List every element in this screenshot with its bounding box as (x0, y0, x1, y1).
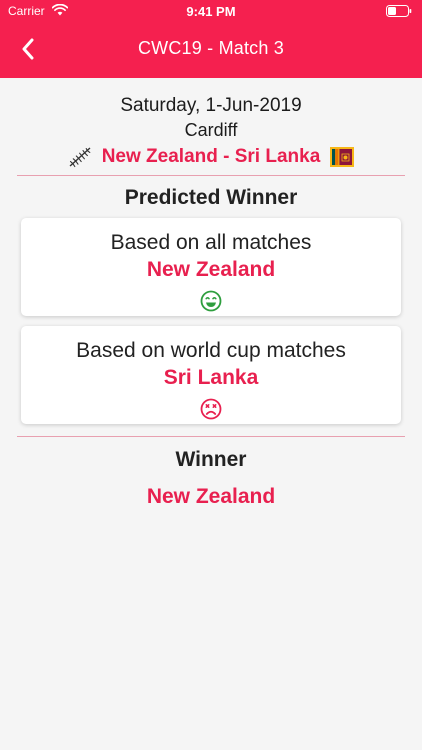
prediction-basis-label: Based on all matches (110, 231, 312, 254)
teams-row: New Zealand - Sri Lanka (0, 144, 422, 170)
match-info: Saturday, 1-Jun-2019 Cardiff New Zealand… (0, 94, 422, 170)
predicted-winner-name: New Zealand (146, 258, 276, 281)
nav-bar: CWC19 - Match 3 (0, 22, 422, 78)
prediction-card-world-cup: Based on world cup matches Sri Lanka (21, 326, 401, 424)
chevron-left-icon (22, 38, 34, 60)
teams-label: New Zealand - Sri Lanka (101, 146, 321, 167)
sad-face-icon (200, 398, 222, 420)
happy-face-icon (200, 290, 222, 312)
prediction-basis-label: Based on world cup matches (76, 339, 346, 362)
silver-fern-icon (69, 147, 91, 168)
match-venue: Cardiff (184, 120, 238, 140)
actual-winner-name: New Zealand (146, 485, 276, 508)
predicted-winner-name: Sri Lanka (163, 366, 259, 389)
prediction-card-all-matches: Based on all matches New Zealand (21, 218, 401, 316)
back-button[interactable] (8, 32, 48, 66)
predicted-winner-title: Predicted Winner (124, 186, 298, 209)
divider (17, 436, 405, 437)
match-date: Saturday, 1-Jun-2019 (120, 95, 302, 116)
winner-title: Winner (175, 448, 247, 471)
header: Carrier 9:41 PM CWC19 - Match 3 (0, 0, 422, 78)
page-title: CWC19 - Match 3 (137, 38, 285, 58)
divider (17, 175, 405, 176)
status-time: 9:41 PM (186, 4, 236, 19)
status-bar: Carrier 9:41 PM (0, 0, 422, 22)
sri-lanka-flag-icon (330, 147, 355, 167)
battery-icon (386, 5, 412, 17)
